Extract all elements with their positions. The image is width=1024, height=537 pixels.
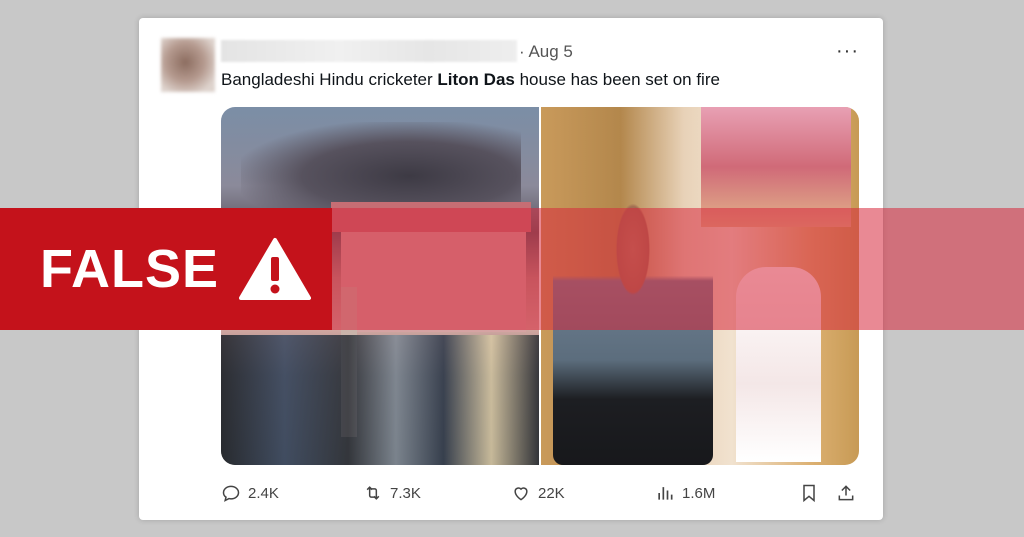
repost-button[interactable]: 7.3K	[363, 483, 421, 503]
action-bar: 2.4K 7.3K 22K 1.6M	[221, 480, 861, 506]
bookmark-button[interactable]	[799, 483, 819, 503]
false-overlay-strip	[332, 208, 1024, 330]
share-icon	[838, 485, 854, 501]
views-button[interactable]: 1.6M	[655, 483, 715, 503]
tweet-text-prefix: Bangladeshi Hindu cricketer	[221, 70, 438, 89]
smoke-shape	[241, 122, 521, 212]
reply-button[interactable]: 2.4K	[221, 483, 279, 503]
repost-count: 7.3K	[390, 484, 421, 502]
warning-icon	[239, 238, 312, 300]
like-icon	[514, 487, 528, 501]
reply-count: 2.4K	[248, 484, 279, 502]
tweet-text: Bangladeshi Hindu cricketer Liton Das ho…	[221, 70, 720, 90]
like-count: 22K	[538, 484, 565, 502]
like-button[interactable]: 22K	[511, 483, 565, 503]
views-icon	[658, 487, 673, 500]
false-label: FALSE	[40, 239, 220, 299]
tweet-text-bold: Liton Das	[437, 70, 515, 89]
crowd-shape	[221, 335, 539, 465]
repost-icon	[366, 486, 380, 500]
reply-icon	[222, 485, 240, 502]
share-button[interactable]	[836, 483, 856, 503]
post-date-text: Aug 5	[528, 42, 573, 61]
bookmark-icon	[803, 484, 815, 503]
tweet-text-suffix: house has been set on fire	[514, 70, 720, 89]
views-count: 1.6M	[682, 484, 716, 502]
false-label-banner: FALSE	[0, 208, 332, 330]
avatar[interactable]	[161, 38, 215, 92]
post-date[interactable]: · Aug 5	[519, 42, 573, 62]
blurred-username[interactable]	[221, 40, 517, 62]
more-options-button[interactable]: ···	[836, 40, 859, 63]
